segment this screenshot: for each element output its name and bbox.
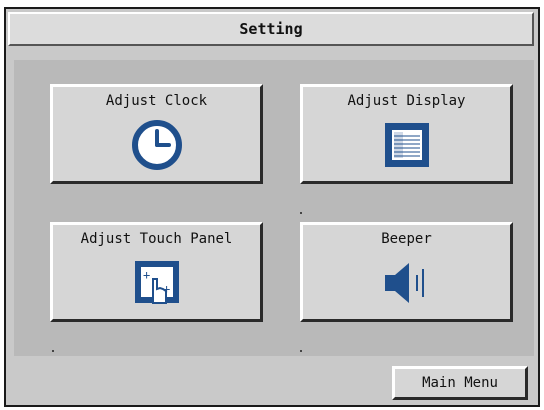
adjust-clock-button[interactable]: Adjust Clock <box>50 84 263 184</box>
adjust-clock-label: Adjust Clock <box>105 93 208 109</box>
adjust-display-label: Adjust Display <box>347 93 466 109</box>
clock-icon <box>129 119 185 171</box>
display-icon <box>379 119 435 171</box>
svg-text:+: + <box>143 268 150 282</box>
page-title: Setting <box>8 12 534 46</box>
panel-dot <box>300 350 302 352</box>
adjust-display-button[interactable]: Adjust Display <box>300 84 513 184</box>
touch-panel-icon: + + <box>129 257 185 309</box>
panel-dot <box>52 350 54 352</box>
speaker-icon <box>379 257 435 309</box>
beeper-button[interactable]: Beeper <box>300 222 513 322</box>
panel-dot <box>300 212 302 214</box>
adjust-touch-panel-button[interactable]: Adjust Touch Panel + + <box>50 222 263 322</box>
beeper-label: Beeper <box>381 231 432 247</box>
main-menu-button[interactable]: Main Menu <box>392 366 528 400</box>
adjust-touch-panel-label: Adjust Touch Panel <box>80 231 233 247</box>
